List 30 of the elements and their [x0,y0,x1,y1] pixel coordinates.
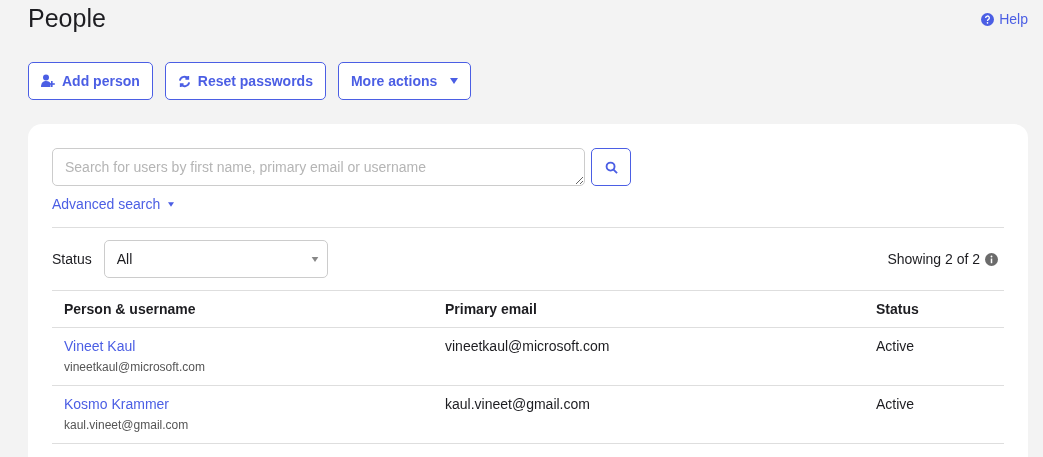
status-select[interactable]: All [103,240,328,278]
email-cell: vineetkaul@microsoft.com [433,327,864,386]
advanced-search-link[interactable]: Advanced search [52,196,175,212]
person-name-link[interactable]: Vineet Kaul [64,338,421,354]
add-person-icon [41,74,55,88]
help-icon [981,12,995,26]
status-filter-label: Status [52,251,92,267]
info-icon [985,252,998,266]
caret-icon [450,78,459,84]
column-header: Primary email [433,290,864,328]
person-name-link[interactable]: Kosmo Krammer [64,396,421,412]
search-field[interactable]: Search for users by first name, primary email or username [52,148,585,186]
email-cell: kaul.vineet@gmail.com [433,385,864,444]
search-button[interactable] [591,148,631,186]
action-button[interactable]: Add person [28,62,153,100]
refresh-icon [177,74,191,88]
username-text: kaul.vineet@gmail.com [64,418,190,432]
column-header: Status [864,290,1004,328]
result-count: Showing 2 of 2 [887,251,980,267]
caret-icon [310,256,319,262]
page-title: People [28,4,106,33]
search-icon [604,160,618,174]
more-actions-dropdown[interactable]: More actions [337,62,472,100]
username-text: vineetkaul@microsoft.com [64,360,206,374]
help-link[interactable]: Help [981,11,1028,27]
status-cell: Active [864,385,1004,444]
caret-icon [168,201,175,207]
column-header: Person & username [52,290,433,328]
action-button[interactable]: Reset passwords [164,62,326,100]
status-cell: Active [864,327,1004,386]
